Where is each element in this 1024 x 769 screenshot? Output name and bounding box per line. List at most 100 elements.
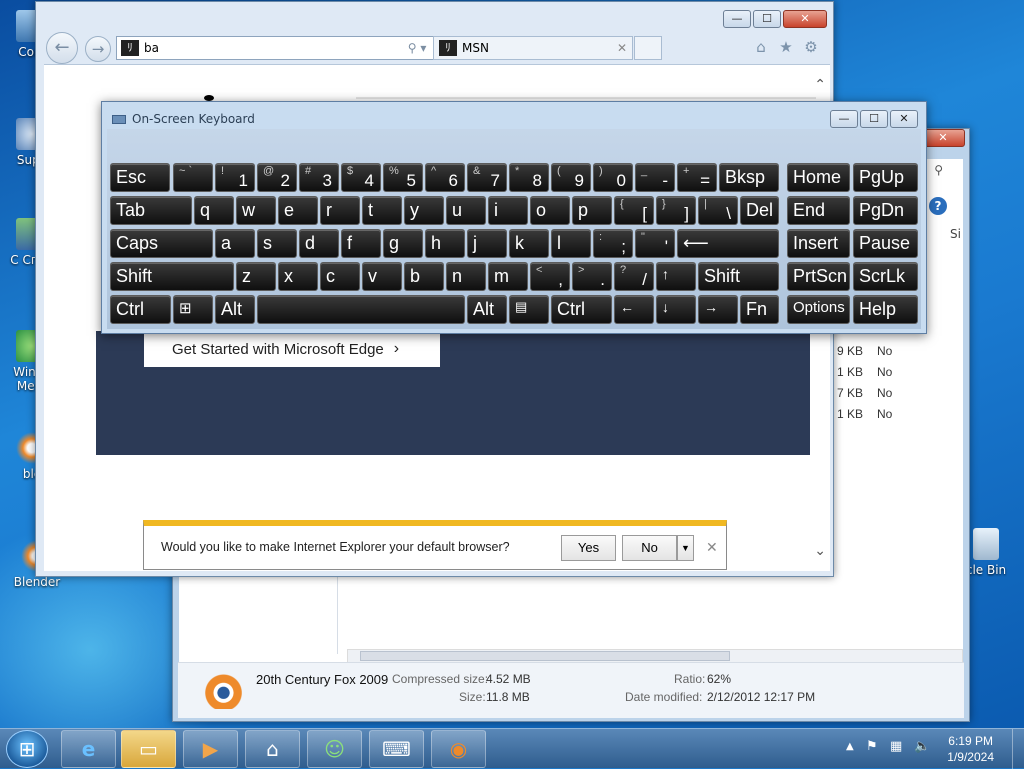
key-o[interactable]: o [530,196,570,225]
volume-icon[interactable]: 🔈 [914,739,930,754]
address-bar[interactable]: ﾘ ba ⚲ ▾ 🔒 → [116,36,466,60]
key-options[interactable]: Options [787,295,850,324]
key-pgdn[interactable]: PgDn [853,196,918,225]
favorites-star-icon[interactable]: ★ [777,38,795,56]
taskbar-messenger[interactable]: ☺ [307,730,362,768]
key-5[interactable]: % 5 [383,163,423,192]
action-center-icon[interactable]: ⚑ [866,739,878,754]
key-minus[interactable]: _ - [635,163,675,192]
key-fn[interactable]: Fn [740,295,779,324]
close-button[interactable]: ✕ [921,129,965,147]
key-up-arrow[interactable]: ↑ [656,262,696,291]
list-item[interactable]: 7 KB No [837,383,892,404]
key-q[interactable]: q [194,196,234,225]
key-z[interactable]: z [236,262,276,291]
horizontal-scrollbar[interactable] [347,649,963,663]
show-hidden-icons-chevron-icon[interactable]: ▲ [846,741,854,752]
key-end[interactable]: End [787,196,850,225]
forward-button[interactable]: → [85,36,111,62]
key-enter[interactable]: ⟵ [677,229,779,258]
taskbar-help-app[interactable]: ⌂ [245,730,300,768]
key-ctrl-left[interactable]: Ctrl [110,295,171,324]
key-tilde[interactable]: ~ ` [173,163,213,192]
key-alt-right[interactable]: Alt [467,295,507,324]
list-item[interactable]: 9 KB No [837,341,892,362]
key-slash[interactable]: ? / [614,262,654,291]
key-pgup[interactable]: PgUp [853,163,918,192]
list-item[interactable]: 1 KB No [837,362,892,383]
key-shift-left[interactable]: Shift [110,262,234,291]
taskbar-on-screen-keyboard[interactable]: ⌨ [369,730,424,768]
key-right-arrow[interactable]: → [698,295,738,324]
key-y[interactable]: y [404,196,444,225]
key-comma[interactable]: <, [530,262,570,291]
key-v[interactable]: v [362,262,402,291]
new-tab-button[interactable] [634,36,662,60]
key-i[interactable]: i [488,196,528,225]
search-icon[interactable]: ⚲ [934,163,943,177]
key-9[interactable]: (9 [551,163,591,192]
key-w[interactable]: w [236,196,276,225]
back-button[interactable]: ← [46,32,78,64]
key-esc[interactable]: Esc [110,163,170,192]
key-backspace[interactable]: Bksp [719,163,779,192]
key-equals[interactable]: + = [677,163,717,192]
no-button[interactable]: No [622,535,677,561]
maximize-button[interactable]: ☐ [753,10,781,28]
key-4[interactable]: $4 [341,163,381,192]
key-del[interactable]: Del [740,196,779,225]
key-scrlk[interactable]: ScrLk [853,262,918,291]
key-f[interactable]: f [341,229,381,258]
key-n[interactable]: n [446,262,486,291]
key-help[interactable]: Help [853,295,918,324]
key-backslash[interactable]: | \ [698,196,738,225]
key-r[interactable]: r [320,196,360,225]
close-icon[interactable]: ✕ [706,539,718,556]
minimize-button[interactable]: — [830,110,858,128]
key-pause[interactable]: Pause [853,229,918,258]
network-icon[interactable]: ▦ [890,739,902,754]
key-l[interactable]: l [551,229,591,258]
help-icon[interactable]: ? [929,197,947,215]
key-prtscn[interactable]: PrtScn [787,262,850,291]
key-s[interactable]: s [257,229,297,258]
start-button[interactable]: ⊞ [6,730,48,768]
key-d[interactable]: d [299,229,339,258]
maximize-button[interactable]: ☐ [860,110,888,128]
key-p[interactable]: p [572,196,612,225]
no-dropdown-chevron-icon[interactable]: ▼ [677,535,694,561]
gear-icon[interactable]: ⚙ [802,38,820,56]
tab-msn[interactable]: ﾘ MSN ✕ [433,36,633,60]
key-h[interactable]: h [425,229,465,258]
key-caps[interactable]: Caps [110,229,213,258]
get-started-edge-button[interactable]: Get Started with Microsoft Edge › [144,331,440,367]
key-quote[interactable]: " ' [635,229,675,258]
key-a[interactable]: a [215,229,255,258]
key-c[interactable]: c [320,262,360,291]
key-close-bracket[interactable]: }] [656,196,696,225]
key-open-bracket[interactable]: {[ [614,196,654,225]
key-8[interactable]: * 8 [509,163,549,192]
close-button[interactable]: ✕ [890,110,918,128]
taskbar-internet-explorer[interactable]: e [61,730,116,768]
key-m[interactable]: m [488,262,528,291]
key-down-arrow[interactable]: ↓ [656,295,696,324]
key-7[interactable]: & 7 [467,163,507,192]
taskbar-blender[interactable]: ◉ [431,730,486,768]
close-tab-icon[interactable]: ✕ [617,41,627,55]
key-insert[interactable]: Insert [787,229,850,258]
scroll-down-icon[interactable]: ⌄ [814,543,826,559]
clock[interactable]: 6:19 PM 1/9/2024 [947,733,994,765]
taskbar-media-player[interactable]: ▶ [183,730,238,768]
key-left-arrow[interactable]: ← [614,295,654,324]
key-shift-right[interactable]: Shift [698,262,779,291]
scroll-up-icon[interactable]: ⌃ [814,77,826,93]
home-icon[interactable]: ⌂ [752,38,770,56]
taskbar-file-explorer[interactable]: ▭ [121,730,176,768]
key-space[interactable] [257,295,465,324]
key-b[interactable]: b [404,262,444,291]
key-1[interactable]: ! 1 [215,163,255,192]
key-menu[interactable]: ▤ [509,295,549,324]
key-t[interactable]: t [362,196,402,225]
key-2[interactable]: @2 [257,163,297,192]
